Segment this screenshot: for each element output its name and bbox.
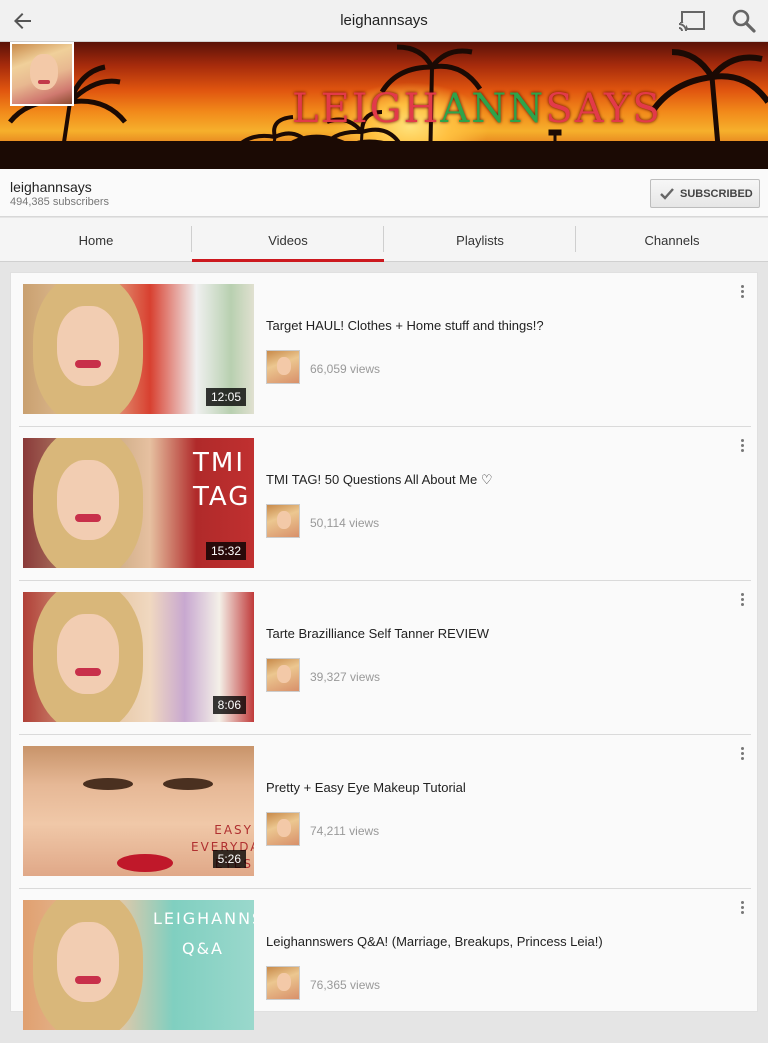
more-options-icon[interactable] [737, 901, 747, 921]
video-item[interactable]: LEIGHANNSWERS Q&A Leighannswers Q&A! (Ma… [19, 889, 751, 1043]
channel-title: leighannsays [340, 12, 428, 29]
video-title[interactable]: TMI TAG! 50 Questions All About Me ♡ [266, 472, 493, 488]
uploader-avatar [266, 812, 300, 846]
channel-avatar[interactable] [10, 42, 74, 106]
video-views: 74,211 views [310, 824, 380, 838]
video-title[interactable]: Target HAUL! Clothes + Home stuff and th… [266, 318, 544, 333]
uploader-avatar [266, 350, 300, 384]
video-item[interactable]: 8:06 Tarte Brazilliance Self Tanner REVI… [19, 581, 751, 735]
subscribe-button[interactable]: SUBSCRIBED [650, 179, 760, 208]
uploader-avatar [266, 966, 300, 1000]
tab-playlists[interactable]: Playlists [384, 218, 576, 262]
uploader-avatar [266, 658, 300, 692]
channel-name: leighannsays [10, 179, 92, 195]
more-options-icon[interactable] [737, 285, 747, 305]
subscriber-count: 494,385 subscribers [10, 196, 110, 208]
video-views: 66,059 views [310, 362, 381, 376]
video-thumbnail[interactable]: 8:06 [23, 592, 254, 722]
app-bar: leighannsays [0, 0, 768, 42]
tab-channels[interactable]: Channels [576, 218, 768, 262]
channel-banner: LEIGHANNSAYS [0, 42, 768, 169]
video-item[interactable]: EASY EVERYDAY EYES 5:26 Pretty + Easy Ey… [19, 735, 751, 889]
video-item[interactable]: TMI TAG 15:32 TMI TAG! 50 Questions All … [19, 427, 751, 581]
subscribe-label: SUBSCRIBED [680, 188, 753, 200]
video-duration: 15:32 [205, 542, 246, 560]
channel-tabs: Home Videos Playlists Channels [0, 218, 768, 262]
video-views: 76,365 views [310, 978, 381, 992]
more-options-icon[interactable] [737, 747, 747, 767]
video-views: 39,327 views [310, 670, 381, 684]
cast-icon[interactable] [678, 9, 706, 33]
more-options-icon[interactable] [737, 439, 747, 459]
channel-info: leighannsays 494,385 subscribers SUBSCRI… [0, 169, 768, 217]
banner-ground [0, 141, 768, 169]
video-title[interactable]: Tarte Brazilliance Self Tanner REVIEW [266, 626, 489, 641]
video-thumbnail[interactable]: LEIGHANNSWERS Q&A [23, 900, 254, 1030]
video-duration: 12:05 [205, 388, 246, 406]
video-title[interactable]: Leighannswers Q&A! (Marriage, Breakups, … [266, 934, 603, 949]
video-duration: 8:06 [212, 696, 246, 714]
video-list: 12:05 Target HAUL! Clothes + Home stuff … [10, 272, 758, 1030]
video-views: 50,114 views [310, 516, 380, 530]
video-thumbnail[interactable]: 12:05 [23, 284, 254, 414]
video-item[interactable]: 12:05 Target HAUL! Clothes + Home stuff … [19, 273, 751, 427]
banner-logo: LEIGHANNSAYS [292, 86, 662, 132]
thumbnail-text: TMI TAG [193, 448, 251, 512]
thumbnail-text: LEIGHANNSWERS Q&A [153, 909, 254, 958]
uploader-avatar [266, 504, 300, 538]
tab-videos[interactable]: Videos [192, 218, 384, 262]
video-title[interactable]: Pretty + Easy Eye Makeup Tutorial [266, 780, 466, 795]
search-icon[interactable] [731, 8, 757, 34]
tab-home[interactable]: Home [0, 218, 192, 262]
check-icon [660, 188, 674, 200]
more-options-icon[interactable] [737, 593, 747, 613]
video-thumbnail[interactable]: TMI TAG 15:32 [23, 438, 254, 568]
video-thumbnail[interactable]: EASY EVERYDAY EYES 5:26 [23, 746, 254, 876]
video-duration: 5:26 [212, 850, 246, 868]
